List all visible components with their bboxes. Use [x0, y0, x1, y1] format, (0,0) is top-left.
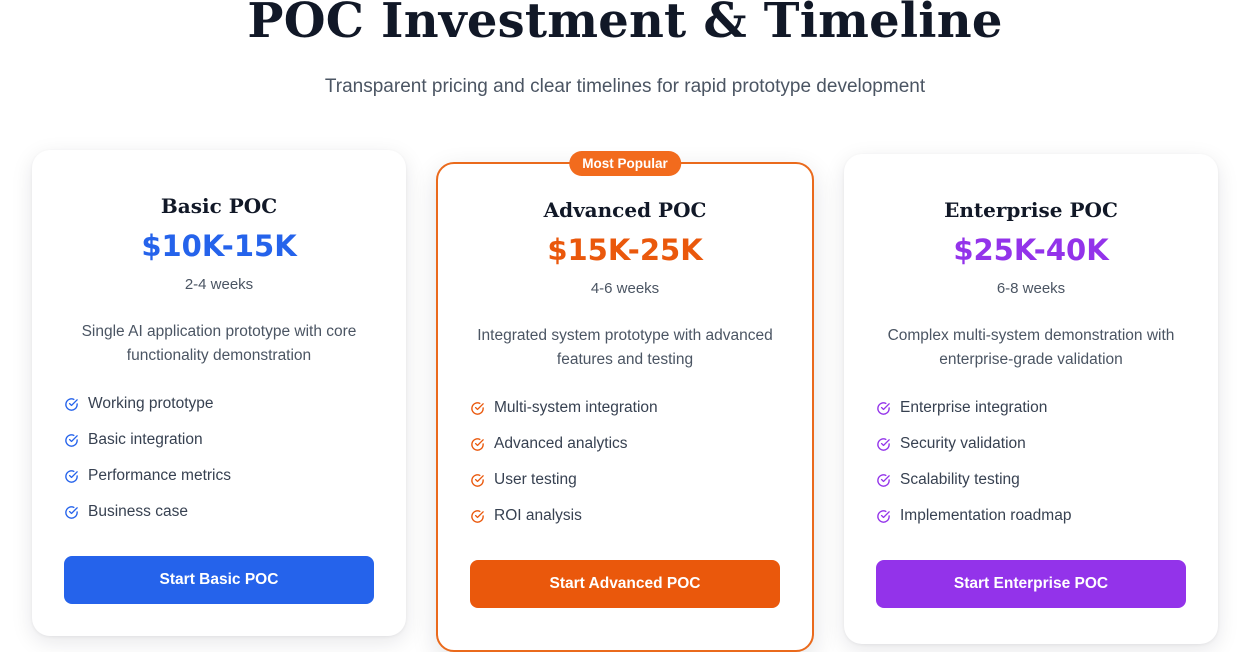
start-basic-poc-button[interactable]: Start Basic POC — [64, 556, 374, 604]
feature-label: Scalability testing — [900, 471, 1020, 488]
feature-item: Business case — [64, 494, 386, 530]
feature-item: Advanced analytics — [470, 426, 792, 462]
plan-price: $25K-40K — [953, 233, 1109, 267]
check-circle-icon — [877, 437, 890, 451]
check-circle-icon — [65, 433, 78, 447]
feature-list: Enterprise integration Security validati… — [876, 390, 1198, 534]
feature-label: Multi-system integration — [494, 399, 658, 416]
feature-label: Working prototype — [88, 395, 214, 412]
feature-label: Advanced analytics — [494, 435, 628, 452]
check-circle-icon — [877, 473, 890, 487]
page-subtitle: Transparent pricing and clear timelines … — [324, 76, 926, 97]
check-circle-icon — [471, 437, 484, 451]
plan-duration: 2-4 weeks — [184, 276, 254, 293]
plan-duration: 4-6 weeks — [590, 280, 660, 297]
feature-label: Basic integration — [88, 431, 203, 448]
feature-item: Basic integration — [64, 422, 386, 458]
feature-item: Implementation roadmap — [876, 498, 1198, 534]
plan-name: Advanced POC — [543, 198, 707, 222]
feature-label: ROI analysis — [494, 507, 582, 524]
check-circle-icon — [65, 505, 78, 519]
feature-label: Performance metrics — [88, 467, 231, 484]
feature-item: ROI analysis — [470, 498, 792, 534]
feature-list: Multi-system integration Advanced analyt… — [470, 390, 792, 534]
plan-name: Basic POC — [160, 194, 278, 218]
start-advanced-poc-button[interactable]: Start Advanced POC — [470, 560, 780, 608]
plan-duration: 6-8 weeks — [996, 280, 1066, 297]
pricing-card-enterprise: Enterprise POC $25K-40K 6-8 weeks Comple… — [844, 154, 1218, 644]
feature-item: Scalability testing — [876, 462, 1198, 498]
most-popular-badge: Most Popular — [569, 151, 681, 176]
feature-item: User testing — [470, 462, 792, 498]
feature-list: Working prototype Basic integration Perf… — [64, 386, 386, 530]
feature-item: Performance metrics — [64, 458, 386, 494]
page-title: POC Investment & Timeline — [247, 0, 1003, 49]
feature-label: Security validation — [900, 435, 1026, 452]
feature-item: Working prototype — [64, 386, 386, 422]
plan-price: $15K-25K — [547, 233, 703, 267]
start-enterprise-poc-button[interactable]: Start Enterprise POC — [876, 560, 1186, 608]
plan-price: $10K-15K — [141, 229, 297, 263]
check-circle-icon — [65, 397, 78, 411]
check-circle-icon — [471, 401, 484, 415]
feature-label: Enterprise integration — [900, 399, 1048, 416]
check-circle-icon — [65, 469, 78, 483]
check-circle-icon — [471, 509, 484, 523]
feature-label: Implementation roadmap — [900, 507, 1072, 524]
plan-description: Complex multi-system demonstration with … — [887, 327, 1175, 368]
pricing-card-advanced: Most Popular Advanced POC $15K-25K 4-6 w… — [436, 151, 814, 652]
feature-item: Enterprise integration — [876, 390, 1198, 426]
feature-item: Security validation — [876, 426, 1198, 462]
feature-label: Business case — [88, 503, 188, 520]
feature-label: User testing — [494, 471, 577, 488]
check-circle-icon — [471, 473, 484, 487]
feature-item: Multi-system integration — [470, 390, 792, 426]
plan-description: Integrated system prototype with advance… — [477, 327, 773, 368]
check-circle-icon — [877, 401, 890, 415]
pricing-card-basic: Basic POC $10K-15K 2-4 weeks Single AI a… — [32, 150, 406, 636]
plan-description: Single AI application prototype with cor… — [81, 323, 357, 364]
plan-name: Enterprise POC — [944, 198, 1118, 222]
check-circle-icon — [877, 509, 890, 523]
